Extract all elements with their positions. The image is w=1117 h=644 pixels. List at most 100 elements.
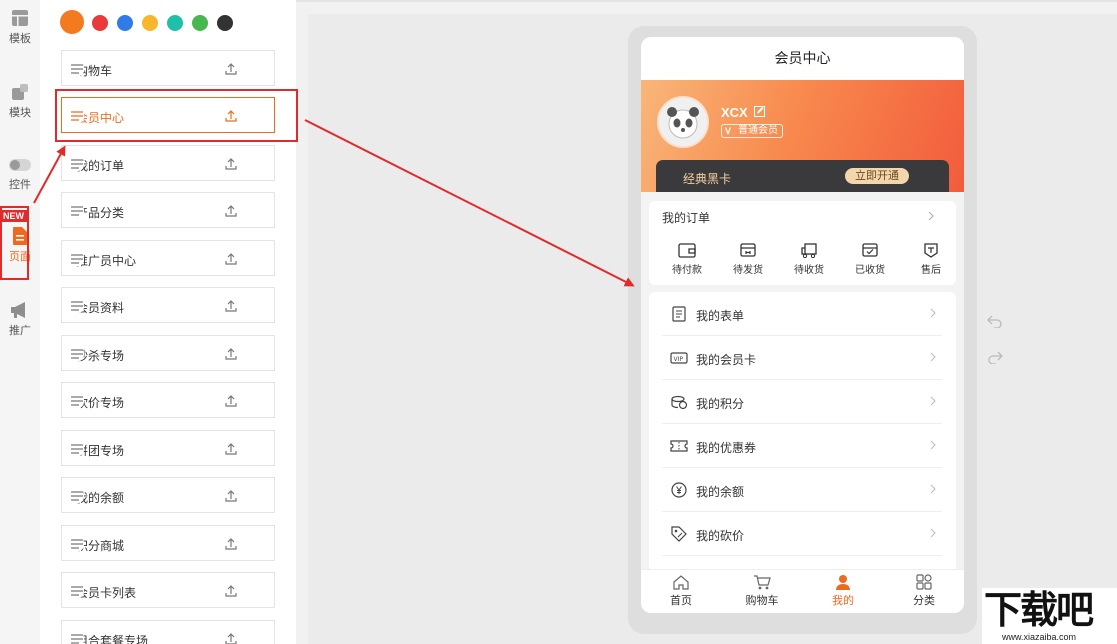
drag-handle-icon[interactable] xyxy=(70,632,84,644)
coins-icon xyxy=(671,395,688,410)
orders-card: 我的订单 待付款 待发货 待收货 已收货 售后 xyxy=(649,201,956,285)
rail-item-widget[interactable]: 控件 xyxy=(0,156,40,192)
menu-row-coupon[interactable]: 我的优惠券 xyxy=(662,424,942,468)
drag-handle-icon[interactable] xyxy=(70,347,84,361)
tab-label: 分类 xyxy=(913,595,935,607)
upload-icon[interactable] xyxy=(224,299,238,313)
color-swatch-orange[interactable] xyxy=(60,10,84,34)
drag-handle-icon[interactable] xyxy=(70,442,84,456)
order-pending-shipment[interactable]: 待发货 xyxy=(723,241,773,276)
menu-row-bargain[interactable]: 我的砍价 xyxy=(662,512,942,556)
upload-icon[interactable] xyxy=(224,584,238,598)
member-level-label: 普通会员 xyxy=(738,125,778,136)
color-swatch-blue[interactable] xyxy=(117,15,133,31)
color-swatch-green[interactable] xyxy=(192,15,208,31)
redo-icon[interactable] xyxy=(987,350,1003,364)
menu-label: 我的余额 xyxy=(696,485,745,499)
upload-icon[interactable] xyxy=(224,62,238,76)
upload-icon[interactable] xyxy=(224,252,238,266)
left-rail: 模板 模块 控件 NEW 页面 推广 xyxy=(0,0,40,644)
drag-handle-icon[interactable] xyxy=(70,394,84,408)
upload-icon[interactable] xyxy=(224,347,238,361)
rail-item-module[interactable]: 模块 xyxy=(0,82,40,120)
drag-handle-icon[interactable] xyxy=(70,157,84,171)
upload-icon[interactable] xyxy=(224,204,238,218)
color-swatch-red[interactable] xyxy=(92,15,108,31)
chevron-right-icon xyxy=(930,484,936,494)
form-icon xyxy=(672,306,686,322)
upload-icon[interactable] xyxy=(224,394,238,408)
page-list-item[interactable]: 砍价专场 xyxy=(61,382,275,418)
chevron-right-icon[interactable] xyxy=(928,211,934,221)
truck-icon xyxy=(801,243,817,259)
page-list-item[interactable]: 产品分类 xyxy=(61,192,275,228)
page-list-item-label: 会员卡列表 xyxy=(76,586,137,600)
order-after-sale[interactable]: 售后 xyxy=(906,241,956,276)
edit-icon[interactable] xyxy=(754,106,765,117)
upload-icon[interactable] xyxy=(224,632,238,644)
page-list-item[interactable]: 会员资料 xyxy=(61,287,275,323)
drag-handle-icon[interactable] xyxy=(70,299,84,313)
order-item-label: 售后 xyxy=(921,265,941,276)
drag-handle-icon[interactable] xyxy=(70,204,84,218)
chevron-right-icon xyxy=(930,352,936,362)
order-received[interactable]: 已收货 xyxy=(845,241,895,276)
after-sale-icon xyxy=(924,243,938,258)
upload-icon[interactable] xyxy=(224,442,238,456)
page-list-item[interactable]: 会员卡列表 xyxy=(61,572,275,608)
template-icon xyxy=(12,10,28,26)
menu-row-form[interactable]: 我的表单 xyxy=(662,292,942,336)
home-icon xyxy=(673,575,689,590)
color-swatch-teal[interactable] xyxy=(167,15,183,31)
rail-item-label: 推广 xyxy=(9,325,31,337)
bottom-tab-bar: 首页 购物车 我的 分类 xyxy=(641,569,964,613)
menu-label: 我的会员卡 xyxy=(696,353,757,367)
menu-label: 我的表单 xyxy=(696,309,745,323)
page-list-item[interactable]: 推广员中心 xyxy=(61,240,275,276)
drag-handle-icon[interactable] xyxy=(70,584,84,598)
upload-icon[interactable] xyxy=(224,157,238,171)
watermark-url: www.xiazaiba.com xyxy=(1002,632,1077,642)
tab-cart[interactable]: 购物车 xyxy=(732,574,792,608)
page-list-item[interactable]: 购物车 xyxy=(61,50,275,86)
page-list-item[interactable]: 拼团专场 xyxy=(61,430,275,466)
order-pending-receipt[interactable]: 待收货 xyxy=(784,241,834,276)
color-swatch-black[interactable] xyxy=(217,15,233,31)
order-item-label: 待收货 xyxy=(794,265,824,276)
menu-row-vip-card[interactable]: VIP 我的会员卡 xyxy=(662,336,942,380)
order-item-label: 待付款 xyxy=(672,265,702,276)
wallet-icon xyxy=(678,243,696,258)
cart-icon xyxy=(754,575,771,590)
tab-category[interactable]: 分类 xyxy=(894,574,954,608)
upload-icon[interactable] xyxy=(224,489,238,503)
annotation-highlight-page-tab xyxy=(0,206,29,280)
order-item-label: 待发货 xyxy=(733,265,763,276)
upload-icon[interactable] xyxy=(224,537,238,551)
open-black-card-button[interactable]: 立即开通 xyxy=(845,168,909,184)
page-list-item[interactable]: 我的余额 xyxy=(61,477,275,513)
page-list-item[interactable]: 秒杀专场 xyxy=(61,335,275,371)
drag-handle-icon[interactable] xyxy=(70,489,84,503)
color-swatch-yellow[interactable] xyxy=(142,15,158,31)
menu-row-balance[interactable]: 我的余额 xyxy=(662,468,942,512)
toggle-icon xyxy=(9,159,31,171)
order-pending-payment[interactable]: 待付款 xyxy=(662,241,712,276)
level-v-mark: V xyxy=(725,126,732,136)
undo-icon[interactable] xyxy=(987,314,1003,328)
module-icon xyxy=(12,84,28,100)
rail-item-promote[interactable]: 推广 xyxy=(0,300,40,338)
tab-mine[interactable]: 我的 xyxy=(813,574,873,608)
tab-home[interactable]: 首页 xyxy=(651,574,711,608)
drag-handle-icon[interactable] xyxy=(70,62,84,76)
page-list-item[interactable]: 积分商城 xyxy=(61,525,275,561)
vip-card-icon: VIP xyxy=(670,352,688,364)
rail-item-template[interactable]: 模板 xyxy=(0,8,40,46)
menu-row-points[interactable]: 我的积分 xyxy=(662,380,942,424)
drag-handle-icon[interactable] xyxy=(70,252,84,266)
avatar[interactable] xyxy=(657,96,709,148)
page-list-item[interactable]: 我的订单 xyxy=(61,145,275,181)
page-list-item[interactable]: 组合套餐专场 xyxy=(61,620,275,644)
drag-handle-icon[interactable] xyxy=(70,537,84,551)
screen-title: 会员中心 xyxy=(641,37,964,80)
orders-title[interactable]: 我的订单 xyxy=(662,209,710,226)
